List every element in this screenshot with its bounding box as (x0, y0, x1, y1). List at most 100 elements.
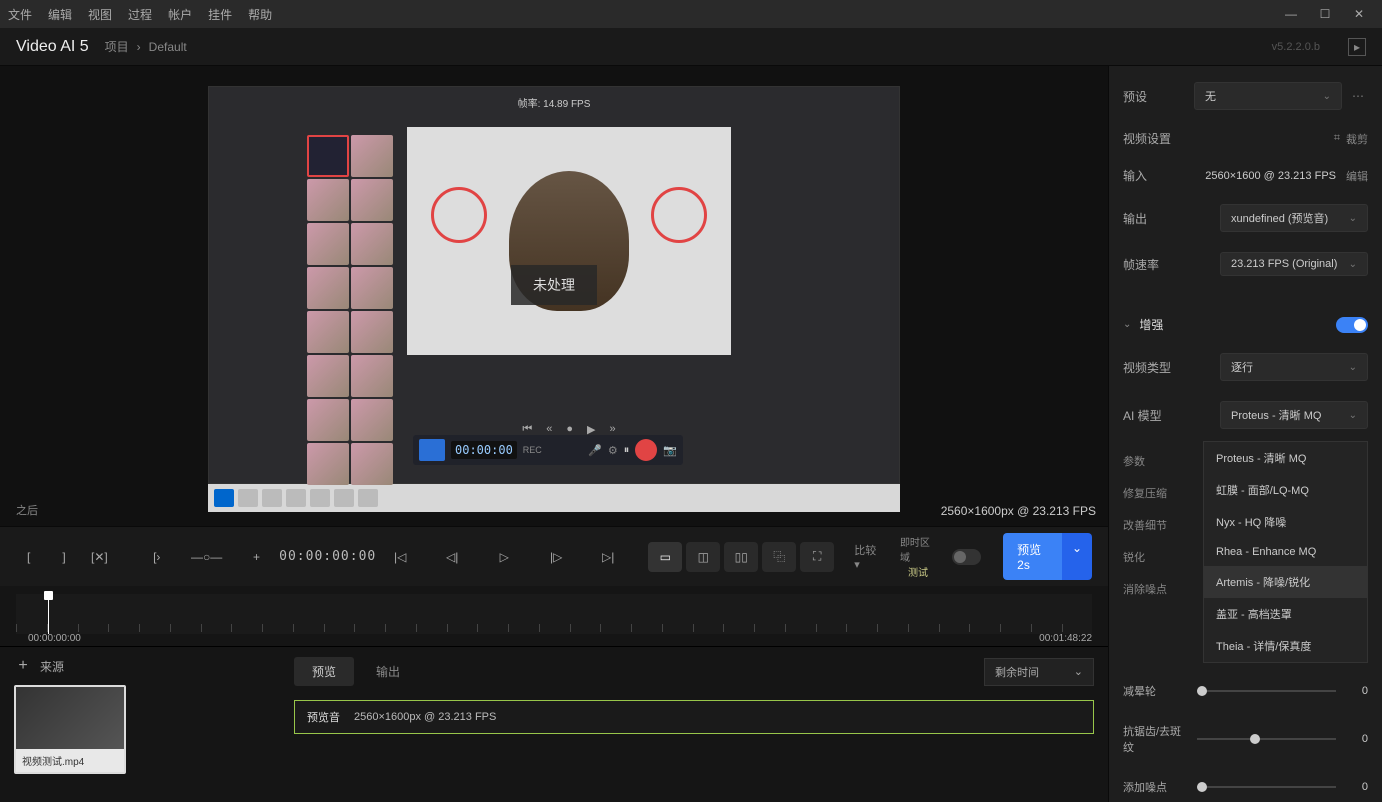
edit-input-button[interactable]: 编辑 (1346, 168, 1368, 184)
chevron-down-icon: ⌄ (1349, 259, 1357, 270)
compare-dropdown[interactable]: 比较 ▾ (854, 542, 882, 571)
source-filename: 视频测试.mp4 (16, 749, 124, 772)
model-option-proteus[interactable]: Proteus - 清晰 MQ (1204, 442, 1367, 474)
maximize-icon[interactable]: ☐ (1318, 7, 1332, 21)
antialias-slider[interactable] (1197, 738, 1336, 740)
breadcrumb-current[interactable]: Default (149, 40, 187, 54)
close-icon[interactable]: ✕ (1352, 7, 1366, 21)
video-type-select[interactable]: 逐行 ⌄ (1220, 353, 1368, 381)
source-clip[interactable]: 视频测试.mp4 (14, 685, 126, 774)
addnoise-value: 0 (1346, 781, 1368, 793)
clear-marks-icon[interactable]: [✕] (87, 543, 112, 571)
step-forward-icon[interactable]: |▷ (542, 543, 570, 571)
enhance-toggle[interactable] (1336, 317, 1368, 333)
unprocessed-badge: 未处理 (511, 265, 597, 305)
menu-edit[interactable]: 编辑 (48, 6, 72, 23)
crop-button[interactable]: ⌗ 裁剪 (1334, 131, 1368, 147)
ai-model-select[interactable]: Proteus - 清晰 MQ ⌄ (1220, 401, 1368, 429)
goto-end-icon[interactable]: ▷| (594, 543, 622, 571)
timeline-start-time: 00:00:00:00 (28, 633, 81, 644)
play-button[interactable]: ▷ (490, 543, 518, 571)
capture-mode-icon[interactable] (419, 439, 445, 461)
minimize-icon[interactable]: ― (1284, 7, 1298, 21)
queue-item-meta: 2560×1600px @ 23.213 FPS (354, 711, 496, 723)
menu-view[interactable]: 视图 (88, 6, 112, 23)
fix-compress-label: 修复压缩 (1123, 485, 1203, 501)
menu-process[interactable]: 过程 (128, 6, 152, 23)
dehalo-slider[interactable] (1197, 690, 1336, 692)
mic-icon[interactable]: 🎤 (588, 444, 602, 457)
output-value: xundefined (预览音) (1231, 210, 1328, 226)
menu-file[interactable]: 文件 (8, 6, 32, 23)
pause-icon[interactable]: ⏸ (624, 444, 630, 457)
preset-select[interactable]: 无 ⌄ (1194, 82, 1342, 110)
view-single-icon[interactable]: ▭ (648, 542, 682, 572)
source-header-label: 来源 (40, 658, 64, 675)
video-type-label: 视频类型 (1123, 359, 1171, 376)
preview-button[interactable]: 预览 2s (1003, 533, 1062, 580)
step-fwd-icon[interactable]: » (610, 423, 616, 435)
tab-preview[interactable]: 预览 (294, 657, 354, 686)
improve-detail-label: 改善细节 (1123, 517, 1203, 533)
addnoise-slider[interactable] (1197, 786, 1336, 788)
preview-after-label: 之后 (16, 502, 192, 518)
preview-settings-panel[interactable] (737, 117, 889, 467)
preset-menu-icon[interactable]: ⋯ (1348, 86, 1368, 106)
addnoise-label: 添加噪点 (1123, 779, 1187, 795)
video-preview[interactable]: 帧率: 14.89 FPS (208, 86, 900, 484)
params-label: 参数 (1123, 453, 1203, 469)
model-option-theia[interactable]: Theia - 详情/保真度 (1204, 630, 1367, 662)
step-back-icon[interactable]: ◁| (438, 543, 466, 571)
export-queue-icon[interactable]: ▸ (1348, 38, 1366, 56)
add-marker-icon[interactable]: + (244, 543, 269, 571)
fullscreen-icon[interactable]: ⛶ (800, 542, 834, 572)
chevron-down-icon[interactable]: ⌄ (1123, 319, 1131, 330)
rec-label: REC (523, 445, 542, 455)
queue-item[interactable]: 预览音 2560×1600px @ 23.213 FPS (294, 700, 1094, 734)
menu-help[interactable]: 帮助 (248, 6, 272, 23)
reduce-noise-label: 消除噪点 (1123, 581, 1203, 597)
menu-account[interactable]: 帐户 (168, 6, 192, 23)
camera-icon[interactable]: 📷 (663, 444, 677, 457)
view-sidebyside-icon[interactable]: ▯▯ (724, 542, 758, 572)
realtime-toggle[interactable] (952, 549, 981, 565)
record-icon[interactable]: ● (566, 423, 573, 435)
chevron-down-icon: ⌄ (1349, 213, 1357, 224)
current-timecode[interactable]: 00:00:00:00 (279, 549, 376, 564)
view-pip-icon[interactable]: ⿻ (762, 542, 796, 572)
queue-sort-dropdown[interactable]: 剩余时间 ⌄ (984, 658, 1094, 686)
add-source-button[interactable]: + (14, 657, 32, 675)
model-option-nyx[interactable]: Nyx - HQ 降噪 (1204, 506, 1367, 538)
inner-taskbar (208, 484, 900, 512)
fps-select[interactable]: 23.213 FPS (Original) ⌄ (1220, 252, 1368, 276)
preview-frame-image (407, 127, 731, 355)
preview-button-dropdown[interactable]: ⌄ (1062, 533, 1092, 580)
model-option-iris[interactable]: 虹膜 - 面部/LQ-MQ (1204, 474, 1367, 506)
model-option-gaia[interactable]: 盖亚 - 高档迭罩 (1204, 598, 1367, 630)
model-option-rhea[interactable]: Rhea - Enhance MQ (1204, 538, 1367, 566)
record-button[interactable] (635, 439, 657, 461)
mark-out-icon[interactable]: ] (51, 543, 76, 571)
goto-start-icon[interactable]: |◁ (386, 543, 414, 571)
skip-start-icon[interactable]: ⏮ (522, 423, 532, 436)
crop-label: 裁剪 (1346, 131, 1368, 147)
preset-value: 无 (1205, 88, 1216, 104)
menu-bar: 文件 编辑 视图 过程 帐户 挂件 帮助 ― ☐ ✕ (0, 0, 1382, 28)
breadcrumb-project[interactable]: 项目 (105, 38, 129, 55)
timeline[interactable]: 00:00:00:00 00:01:48:22 (0, 586, 1108, 646)
timeline-scrub-icon[interactable]: —○— (179, 543, 233, 571)
menu-plugins[interactable]: 挂件 (208, 6, 232, 23)
preview-row: 之后 帧率: 14.89 FPS (0, 66, 1108, 526)
fps-value: 23.213 FPS (Original) (1231, 258, 1337, 270)
preset-label: 预设 (1123, 88, 1147, 105)
play-icon[interactable]: ▶ (587, 423, 595, 436)
goto-in-icon[interactable]: [› (144, 543, 169, 571)
output-select[interactable]: xundefined (预览音) ⌄ (1220, 204, 1368, 232)
settings-icon[interactable]: ⚙ (608, 444, 618, 457)
view-split-icon[interactable]: ◫ (686, 542, 720, 572)
tab-output[interactable]: 输出 (358, 657, 418, 686)
step-back-icon[interactable]: « (546, 423, 552, 435)
source-thumbnail (16, 687, 124, 749)
mark-in-icon[interactable]: [ (16, 543, 41, 571)
model-option-artemis[interactable]: Artemis - 降噪/锐化 (1204, 566, 1367, 598)
